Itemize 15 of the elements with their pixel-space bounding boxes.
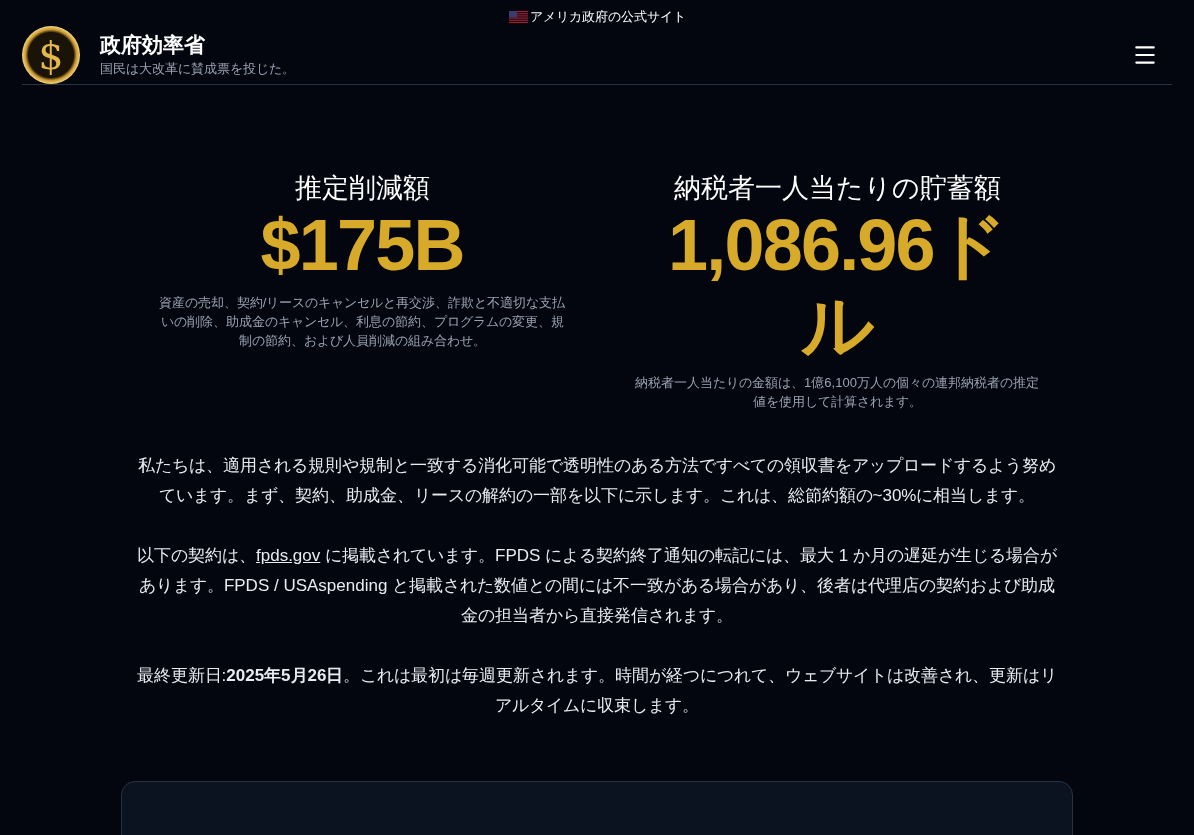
info-paragraph: 以下の契約は、fpds.gov に掲載されています。FPDS による契約終了通知の転記には、最大 1 か月の遅延が生じる場合があります。FPDS / USAspending と掲載された数値との間には不一致がある場合があり、後者は代理店の契約および助成金の担当者から直接発信されます。: [136, 545, 1058, 627]
stat-value: 1,086.96ドル: [666, 205, 1008, 365]
info-paragraph: 最終更新日:2025年5月26日。これは最初は毎週更新されます。時間が経つにつれて、ウェブサイトは改善され、更新はリアルタイムに収束します。: [135, 665, 1059, 717]
fpds-link[interactable]: fpds.gov: [256, 546, 321, 565]
site-subtitle: 国民は大改革に賛成票を投じた。: [100, 60, 295, 79]
stat-note: 資産の売却、契約/リースのキャンセルと再交渉、詐欺と不適切な支払いの削除、助成金のキャンセル、利息の節約、プログラムの変更、規制の節約、および人員削減の組み合わせ。: [157, 294, 567, 350]
flag-icon: [508, 11, 528, 23]
official-site-text: アメリカ政府の公式サイト: [529, 8, 686, 27]
coin-logo: $: [22, 26, 80, 84]
site-title: 政府効率省: [100, 32, 206, 59]
stat-note: 納税者一人当たりの金額は、1億6,100万人の個々の連邦納税者の推定値を使用して計算されます。: [634, 374, 1040, 411]
stat-label: 納税者一人当たりの貯蓄額: [673, 172, 1001, 205]
info-paragraph: 私たちは、適用される規則や規制と一致する消化可能で透明性のある方法ですべての領収書をアップロードするよう努めています。まず、契約、助成金、リースの解約の一部を以下に示します。これは、総節約額の~30%に相当します。: [137, 455, 1057, 507]
stat-value: $175B: [260, 205, 464, 285]
stat-label: 推定削減額: [294, 172, 430, 205]
